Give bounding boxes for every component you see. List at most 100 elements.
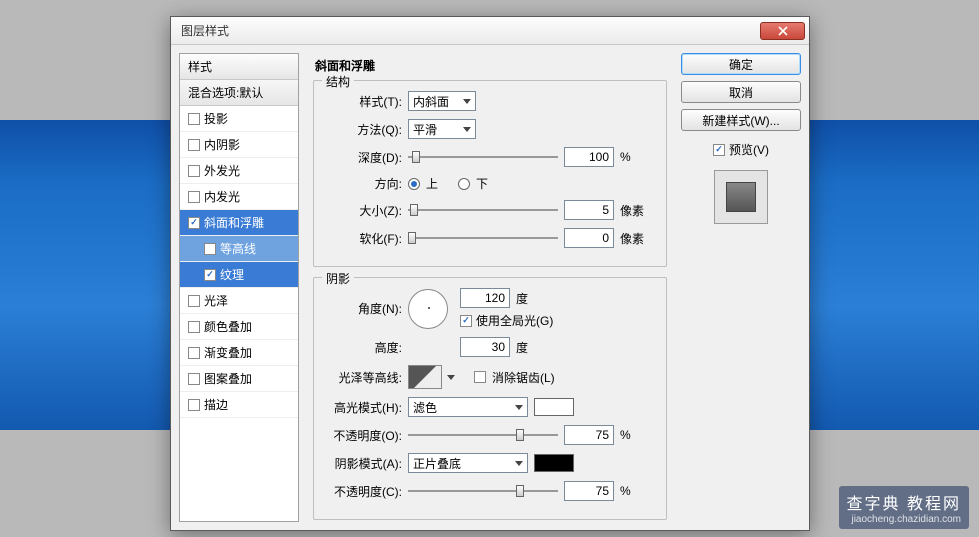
preview-checkbox[interactable] (713, 144, 725, 156)
style-item-10[interactable]: 图案叠加 (180, 366, 298, 392)
style-item-label: 内发光 (204, 188, 240, 205)
style-item-label: 颜色叠加 (204, 318, 252, 335)
style-item-checkbox[interactable] (188, 321, 200, 333)
size-unit: 像素 (620, 202, 648, 219)
ok-button[interactable]: 确定 (681, 53, 801, 75)
technique-combo[interactable]: 平滑 (408, 119, 476, 139)
watermark-url: jiaocheng.chazidian.com (847, 514, 961, 525)
style-item-label: 描边 (204, 396, 228, 413)
structure-group: 结构 样式(T): 内斜面 方法(Q): 平滑 深度(D): 100 % 方向: (313, 80, 667, 267)
layer-style-dialog: 图层样式 样式 混合选项:默认 投影内阴影外发光内发光斜面和浮雕等高线纹理光泽颜… (170, 16, 810, 531)
panel-title: 斜面和浮雕 (313, 55, 667, 80)
altitude-unit: 度 (516, 339, 528, 356)
style-item-label: 投影 (204, 110, 228, 127)
style-item-11[interactable]: 描边 (180, 392, 298, 418)
style-combo[interactable]: 内斜面 (408, 91, 476, 111)
highlight-opacity-label: 不透明度(O): (324, 427, 402, 444)
direction-up-label: 上 (426, 175, 438, 192)
style-item-checkbox[interactable] (188, 373, 200, 385)
close-button[interactable] (760, 22, 805, 40)
style-item-checkbox[interactable] (188, 139, 200, 151)
shadow-color-swatch[interactable] (534, 454, 574, 472)
highlight-opacity-input[interactable]: 75 (564, 425, 614, 445)
style-item-0[interactable]: 投影 (180, 106, 298, 132)
shadow-opacity-slider[interactable] (408, 482, 558, 500)
depth-slider[interactable] (408, 148, 558, 166)
highlight-mode-label: 高光模式(H): (324, 399, 402, 416)
style-item-checkbox[interactable] (188, 347, 200, 359)
size-input[interactable]: 5 (564, 200, 614, 220)
style-item-label: 纹理 (220, 266, 244, 283)
cancel-button[interactable]: 取消 (681, 81, 801, 103)
shading-legend: 阴影 (322, 270, 354, 287)
global-light-checkbox[interactable] (460, 315, 472, 327)
styles-list: 样式 混合选项:默认 投影内阴影外发光内发光斜面和浮雕等高线纹理光泽颜色叠加渐变… (179, 53, 299, 522)
style-item-6[interactable]: 纹理 (180, 262, 298, 288)
style-item-label: 等高线 (220, 240, 256, 257)
shading-group: 阴影 角度(N): 120 度 使用全局光(G) (313, 277, 667, 520)
watermark: 查字典 教程网 jiaocheng.chazidian.com (839, 486, 969, 529)
depth-label: 深度(D): (324, 149, 402, 166)
highlight-color-swatch[interactable] (534, 398, 574, 416)
global-light-label: 使用全局光(G) (476, 312, 553, 329)
gloss-contour-picker[interactable] (408, 365, 442, 389)
style-item-3[interactable]: 内发光 (180, 184, 298, 210)
angle-label: 角度(N): (324, 300, 402, 317)
style-item-8[interactable]: 颜色叠加 (180, 314, 298, 340)
technique-label: 方法(Q): (324, 121, 402, 138)
style-item-checkbox[interactable] (204, 243, 216, 255)
close-icon (778, 26, 788, 36)
soften-slider[interactable] (408, 229, 558, 247)
altitude-input[interactable]: 30 (460, 337, 510, 357)
style-item-7[interactable]: 光泽 (180, 288, 298, 314)
style-item-label: 外发光 (204, 162, 240, 179)
style-item-1[interactable]: 内阴影 (180, 132, 298, 158)
direction-down-label: 下 (476, 175, 488, 192)
angle-input[interactable]: 120 (460, 288, 510, 308)
size-label: 大小(Z): (324, 202, 402, 219)
style-item-4[interactable]: 斜面和浮雕 (180, 210, 298, 236)
style-item-label: 图案叠加 (204, 370, 252, 387)
soften-label: 软化(F): (324, 230, 402, 247)
style-item-checkbox[interactable] (188, 113, 200, 125)
styles-header: 样式 (180, 54, 298, 80)
preview-swatch (726, 182, 756, 212)
style-item-checkbox[interactable] (188, 165, 200, 177)
style-item-label: 光泽 (204, 292, 228, 309)
blend-options-row[interactable]: 混合选项:默认 (180, 80, 298, 106)
dialog-title: 图层样式 (181, 22, 760, 39)
angle-unit: 度 (516, 290, 528, 307)
style-item-checkbox[interactable] (188, 191, 200, 203)
style-label: 样式(T): (324, 93, 402, 110)
style-item-checkbox[interactable] (188, 399, 200, 411)
style-item-checkbox[interactable] (188, 217, 200, 229)
angle-dial[interactable] (408, 289, 448, 329)
size-slider[interactable] (408, 201, 558, 219)
antialias-checkbox[interactable] (474, 371, 486, 383)
highlight-opacity-slider[interactable] (408, 426, 558, 444)
style-item-2[interactable]: 外发光 (180, 158, 298, 184)
shadow-opacity-input[interactable]: 75 (564, 481, 614, 501)
shadow-mode-combo[interactable]: 正片叠底 (408, 453, 528, 473)
shadow-opacity-unit: % (620, 484, 648, 498)
highlight-mode-combo[interactable]: 滤色 (408, 397, 528, 417)
direction-down-radio[interactable] (458, 178, 470, 190)
shadow-opacity-label: 不透明度(C): (324, 483, 402, 500)
gloss-contour-label: 光泽等高线: (324, 369, 402, 386)
altitude-label: 高度: (324, 339, 402, 356)
new-style-button[interactable]: 新建样式(W)... (681, 109, 801, 131)
direction-up-radio[interactable] (408, 178, 420, 190)
soften-input[interactable]: 0 (564, 228, 614, 248)
titlebar[interactable]: 图层样式 (171, 17, 809, 45)
preview-thumbnail (714, 170, 768, 224)
style-item-checkbox[interactable] (204, 269, 216, 281)
style-item-label: 斜面和浮雕 (204, 214, 264, 231)
style-item-checkbox[interactable] (188, 295, 200, 307)
style-item-9[interactable]: 渐变叠加 (180, 340, 298, 366)
style-item-5[interactable]: 等高线 (180, 236, 298, 262)
antialias-label: 消除锯齿(L) (492, 369, 555, 386)
preview-label: 预览(V) (729, 141, 769, 158)
depth-input[interactable]: 100 (564, 147, 614, 167)
style-item-label: 内阴影 (204, 136, 240, 153)
soften-unit: 像素 (620, 230, 648, 247)
